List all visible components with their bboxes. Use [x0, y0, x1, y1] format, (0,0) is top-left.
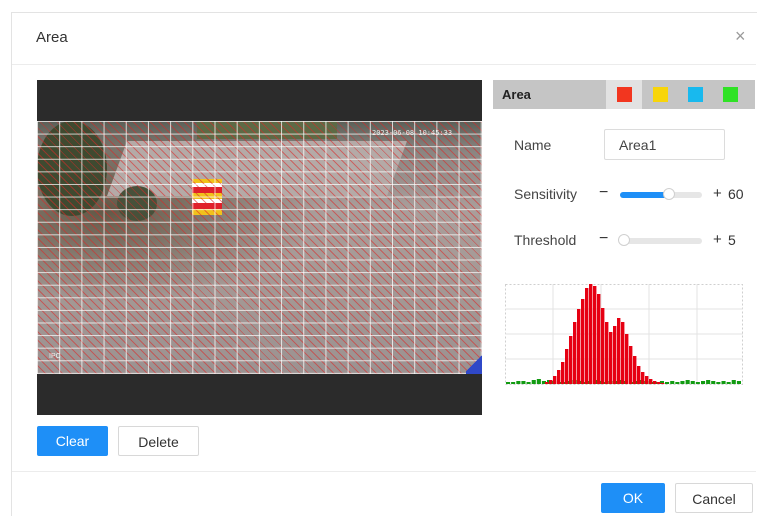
histogram-red-bar	[573, 322, 577, 384]
area-grid-overlay	[37, 121, 482, 374]
histogram-red-bar	[593, 286, 597, 384]
osd-timestamp: 2023-06-08 10:45:33	[372, 129, 453, 137]
detection-area-canvas[interactable]: 2023-06-08 10:45:33 IPC	[37, 121, 482, 374]
histogram-green-bar	[511, 382, 516, 384]
histogram-red-bar	[617, 318, 621, 384]
histogram-red-bar	[613, 326, 617, 384]
sensitivity-fill	[620, 192, 669, 198]
histogram-red-bar	[649, 379, 653, 384]
histogram-red-bar	[621, 322, 625, 384]
footer-divider	[12, 471, 756, 472]
histogram-green-bar	[736, 381, 741, 384]
histogram-red-bar	[585, 288, 589, 384]
histogram-red-bar	[569, 336, 573, 384]
area-color-red[interactable]	[606, 80, 642, 109]
delete-button[interactable]: Delete	[118, 426, 199, 456]
sensitivity-handle[interactable]	[663, 188, 675, 200]
histogram-green-bar	[536, 379, 541, 384]
histogram-red-bar	[581, 299, 585, 384]
histogram-red-bar	[545, 382, 549, 384]
sensitivity-slider[interactable]	[620, 188, 702, 200]
histogram-green-bar	[726, 382, 731, 384]
histogram-red-bar	[653, 381, 657, 384]
histogram-green-bar	[711, 381, 716, 384]
green-swatch	[723, 87, 738, 102]
histogram-red-bar	[597, 294, 601, 384]
area-color-yellow[interactable]	[642, 80, 678, 109]
histogram-green-bar	[721, 381, 726, 384]
histogram-green-bar	[695, 382, 700, 384]
histogram-green-bar	[531, 380, 536, 384]
area-color-tabs: Area	[493, 80, 755, 109]
corner-marker	[466, 352, 482, 374]
histogram-red-bar	[605, 322, 609, 384]
histogram-green-bar	[670, 381, 675, 384]
histogram-red-bar	[549, 380, 553, 384]
ok-button[interactable]: OK	[601, 483, 665, 513]
histogram-green-bar	[701, 381, 706, 384]
histogram-red-bar	[641, 372, 645, 384]
histogram-green-bar	[716, 382, 721, 384]
sensitivity-label: Sensitivity	[514, 186, 578, 202]
red-swatch	[617, 87, 632, 102]
sensitivity-plus-button[interactable]: +	[713, 185, 722, 202]
header-divider	[12, 64, 756, 65]
blue-swatch	[688, 87, 703, 102]
threshold-label: Threshold	[514, 232, 577, 248]
threshold-plus-button[interactable]: +	[713, 231, 722, 248]
close-icon[interactable]: ×	[735, 27, 746, 45]
histogram-green-bar	[506, 382, 511, 384]
dialog-title: Area	[36, 29, 68, 46]
histogram-red-bar	[557, 370, 561, 384]
histogram-green-bar	[521, 381, 526, 384]
histogram-red-bar	[657, 382, 661, 384]
area-color-green[interactable]	[712, 80, 748, 109]
histogram-red-bar	[645, 376, 649, 384]
histogram-red-bar	[553, 376, 557, 384]
histogram-green-bar	[680, 381, 685, 384]
histogram-green-bar	[516, 381, 521, 384]
histogram-red-bar	[577, 309, 581, 384]
clear-button[interactable]: Clear	[37, 426, 108, 456]
histogram-green-bar	[526, 382, 531, 384]
motion-histogram	[505, 284, 743, 385]
threshold-value: 5	[728, 232, 736, 248]
histogram-green-bar	[731, 380, 736, 384]
histogram-red-bar	[589, 284, 593, 384]
histogram-green-bar	[665, 382, 670, 384]
name-label: Name	[514, 137, 552, 153]
sensitivity-value: 60	[728, 186, 744, 202]
histogram-red-bar	[661, 383, 665, 384]
histogram-green-bar	[706, 380, 711, 384]
histogram-red-bar	[609, 332, 613, 384]
threshold-minus-button[interactable]: −	[599, 230, 608, 248]
histogram-green-bar	[675, 382, 680, 384]
threshold-slider[interactable]	[618, 234, 702, 246]
histogram-red-bar	[601, 308, 605, 384]
histogram-red-bar	[565, 349, 569, 384]
histogram-green-bar	[685, 380, 690, 384]
histogram-red-bar	[561, 362, 565, 384]
osd-channel-label: IPC	[49, 353, 61, 360]
threshold-handle[interactable]	[618, 234, 630, 246]
histogram-red-bar	[637, 366, 641, 384]
histogram-red-bar	[629, 346, 633, 384]
yellow-swatch	[653, 87, 668, 102]
sensitivity-minus-button[interactable]: −	[599, 184, 608, 202]
histogram-green-bar	[690, 381, 695, 384]
area-color-blue[interactable]	[677, 80, 713, 109]
histogram-red-bar	[625, 334, 629, 384]
area-tab-label: Area	[502, 87, 531, 102]
name-input[interactable]	[604, 129, 725, 160]
histogram-red-bar	[633, 356, 637, 384]
cancel-button[interactable]: Cancel	[675, 483, 753, 513]
